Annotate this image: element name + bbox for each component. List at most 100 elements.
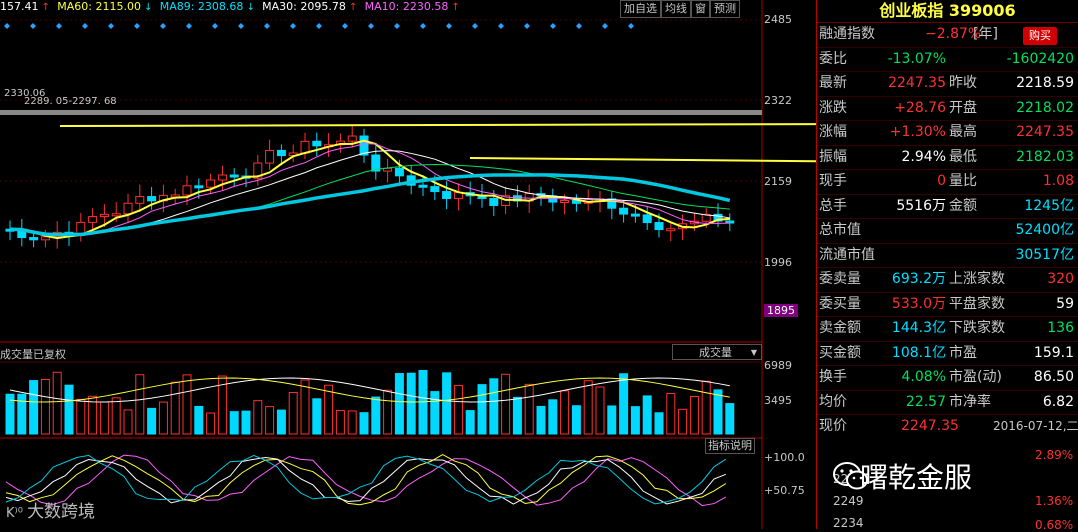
volume-bar (123, 409, 133, 435)
arrow-down-icon: ↓ (243, 2, 259, 13)
quote-label: 昨收 (949, 75, 977, 91)
volume-bar (701, 380, 711, 435)
ma-legend-item: MA89: 2308.68 ↓ (160, 0, 258, 13)
panel-title: 创业板指 399006 (817, 0, 1078, 23)
candle-body (182, 185, 192, 196)
candle-body (194, 185, 204, 189)
ma-legend-item: MA60: 2115.00 ↓ (57, 0, 155, 13)
volume-bar (347, 410, 357, 435)
volume-bar (40, 379, 50, 435)
quote-label: 下跌家数 (949, 320, 1005, 336)
diamond-marker (550, 23, 556, 29)
volume-bar (713, 389, 723, 435)
quote-value: 144.3亿 (891, 320, 946, 336)
volume-bar (17, 393, 27, 435)
candle-body (300, 140, 310, 154)
diamond-marker (238, 23, 244, 29)
window-button[interactable]: 窗 (691, 0, 710, 18)
ma-line-button[interactable]: 均线 (661, 0, 691, 18)
volume-bar (406, 372, 416, 435)
arrow-up-icon: ↑ (448, 2, 460, 13)
candle-body (135, 196, 145, 204)
candle-body (347, 135, 357, 142)
diamond-marker (368, 23, 374, 29)
diamond-marker (602, 23, 608, 29)
forecast-button[interactable]: 预测 (710, 0, 740, 18)
candle-body (312, 140, 322, 147)
volume-bar (135, 374, 145, 435)
volume-bar (371, 396, 381, 435)
arrow-down-icon: ↓ (140, 2, 156, 13)
add-watchlist-button[interactable]: 加自选 (620, 0, 661, 18)
buy-button[interactable]: 购买 (1023, 27, 1057, 45)
indicator-axis-label: +100.0 (764, 451, 805, 464)
quote-row: 委买量 533.0万 平盘家数 59 (817, 293, 1078, 317)
quote-value: 108.1亿 (891, 344, 946, 361)
volume-bar (312, 398, 322, 435)
candle-body (642, 214, 652, 224)
ma-legend-value: 157.41 (0, 0, 39, 13)
ma-legend-value: MA60: 2115.00 (57, 0, 141, 13)
quote-value: +1.30% (889, 124, 946, 140)
quote-row: 委比 -13.07% -1602420 (817, 48, 1078, 72)
diamond-marker (472, 23, 478, 29)
volume-select[interactable]: 成交量 ▼ (672, 344, 762, 360)
candle-body (666, 228, 676, 232)
price-axis-label: 2159 (764, 175, 792, 188)
moving-average-line (9, 164, 730, 236)
quote-row: 最新 2247.35 昨收 2218.59 (817, 72, 1078, 97)
tick-price-level: 2249 (833, 494, 864, 508)
volume-bar (158, 401, 168, 435)
candle-body (418, 184, 428, 188)
quote-label: 上涨家数 (949, 271, 1005, 287)
ma-legend-item: 157.41 ↑ (0, 0, 53, 13)
candle-body (619, 207, 629, 215)
tick-date: 2016-07-12,二 (993, 419, 1078, 433)
volume-bar (265, 406, 275, 435)
arrow-up-icon: ↑ (38, 2, 54, 13)
diamond-marker (576, 23, 582, 29)
quote-label: 市盈(动) (949, 369, 1002, 385)
quote-value: 5516万 (896, 197, 946, 214)
candle-body (560, 200, 570, 204)
kline-chart-area[interactable]: 157.41 ↑ MA60: 2115.00 ↓ MA89: 2308.68 ↓… (0, 0, 816, 529)
quote-value: -13.07% (887, 50, 946, 67)
quote-row: 委卖量 693.2万 上涨家数 320 (817, 268, 1078, 293)
quote-value: 136 (1047, 320, 1074, 336)
volume-bar (619, 373, 629, 435)
quote-value: 22.57 (905, 393, 946, 410)
volume-select-label: 成交量 (699, 346, 732, 359)
kline-chart-svg[interactable] (0, 0, 816, 529)
quote-row: 总手 5516万 金额 1245亿 (817, 195, 1078, 219)
volume-bar (288, 391, 298, 435)
volume-bar (241, 410, 251, 435)
ma-legend-value: MA10: 2230.58 (364, 0, 449, 13)
current-price-tag: 1895 (764, 304, 798, 317)
quote-label: 涨幅 (819, 124, 847, 140)
quote-label: 市净率 (949, 393, 991, 410)
quote-label: 最低 (949, 148, 977, 165)
quote-label: 量比 (949, 173, 977, 189)
quote-value: 86.50 (1033, 369, 1074, 385)
margin-row: 融通指数 −2.87% [年] 购买 (817, 23, 1078, 48)
indicator-help-button[interactable]: 指标说明 (705, 438, 755, 454)
quote-row: 买金额 108.1亿 市盈 159.1 (817, 342, 1078, 366)
chart-toolbar: 加自选 均线 窗 预测 (620, 0, 740, 18)
trend-arrow-line (59, 123, 816, 127)
ma-legend-item: MA30: 2095.78 ↑ (262, 0, 360, 13)
diamond-marker (342, 23, 348, 29)
volume-bar (64, 384, 74, 435)
diamond-marker (56, 23, 62, 29)
volume-bar (52, 371, 62, 435)
trend-arrow-line (469, 157, 816, 163)
volume-header: 成交量已复权 (0, 348, 66, 361)
quote-value: -1602420 (1006, 50, 1074, 67)
price-axis-label: 2485 (764, 13, 792, 26)
volume-bar (29, 380, 39, 435)
quote-row: 卖金额 144.3亿 下跌家数 136 (817, 317, 1078, 342)
price-axis-label: 2322 (764, 94, 792, 107)
candle-body (88, 216, 98, 223)
volume-bar (678, 408, 688, 435)
ma-legend-value: MA89: 2308.68 (159, 0, 244, 13)
watermark-left-text: 大数跨境 (27, 502, 96, 522)
